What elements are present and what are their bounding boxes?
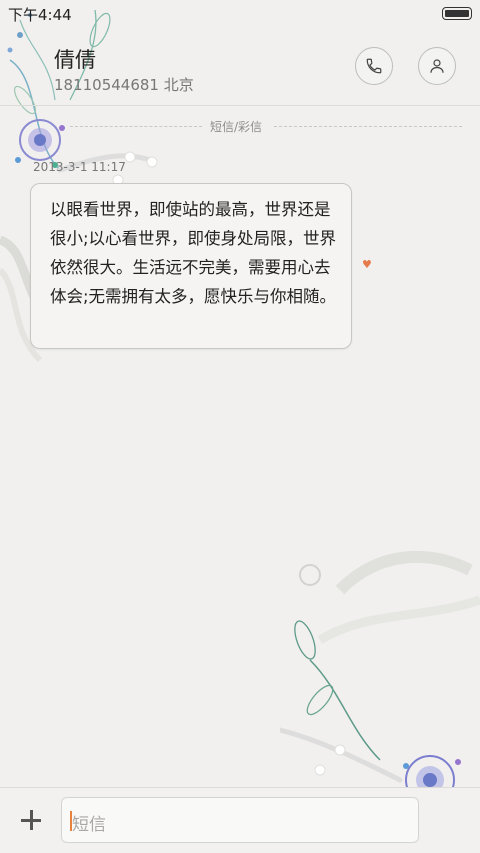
message-bubble[interactable]: 以眼看世界，即使站的最高，世界还是很小;以心看世界，即使身处局限，世界依然很大。… <box>30 183 352 349</box>
status-bar: 下午4:44 <box>0 0 480 28</box>
floral-decoration-bottom <box>280 550 480 800</box>
contact-name: 倩倩 <box>54 48 96 72</box>
message-input[interactable]: 短信 <box>61 797 419 843</box>
battery-icon <box>442 7 472 20</box>
message-text: 以眼看世界，即使站的最高，世界还是很小;以心看世界，即使身处局限，世界依然很大。… <box>50 200 337 306</box>
phone-icon <box>366 58 382 74</box>
status-time: 下午4:44 <box>8 6 72 24</box>
message-placeholder: 短信 <box>72 815 106 835</box>
heart-icon: ♥ <box>362 258 372 271</box>
add-attachment-button[interactable] <box>16 805 46 835</box>
message-type-divider: 短信/彩信 <box>70 116 462 136</box>
divider-line-left <box>70 126 202 127</box>
message-timestamp: 2013-3-1 11:17 <box>33 160 126 174</box>
contact-info-button[interactable] <box>418 47 456 85</box>
person-icon <box>430 59 444 73</box>
contact-number-location: 18110544681 北京 <box>54 76 194 94</box>
divider-line-right <box>274 126 462 127</box>
compose-bar: 短信 <box>0 787 480 853</box>
call-button[interactable] <box>355 47 393 85</box>
conversation-header: 倩倩 18110544681 北京 <box>0 28 480 106</box>
message-type-label: 短信/彩信 <box>210 120 263 134</box>
